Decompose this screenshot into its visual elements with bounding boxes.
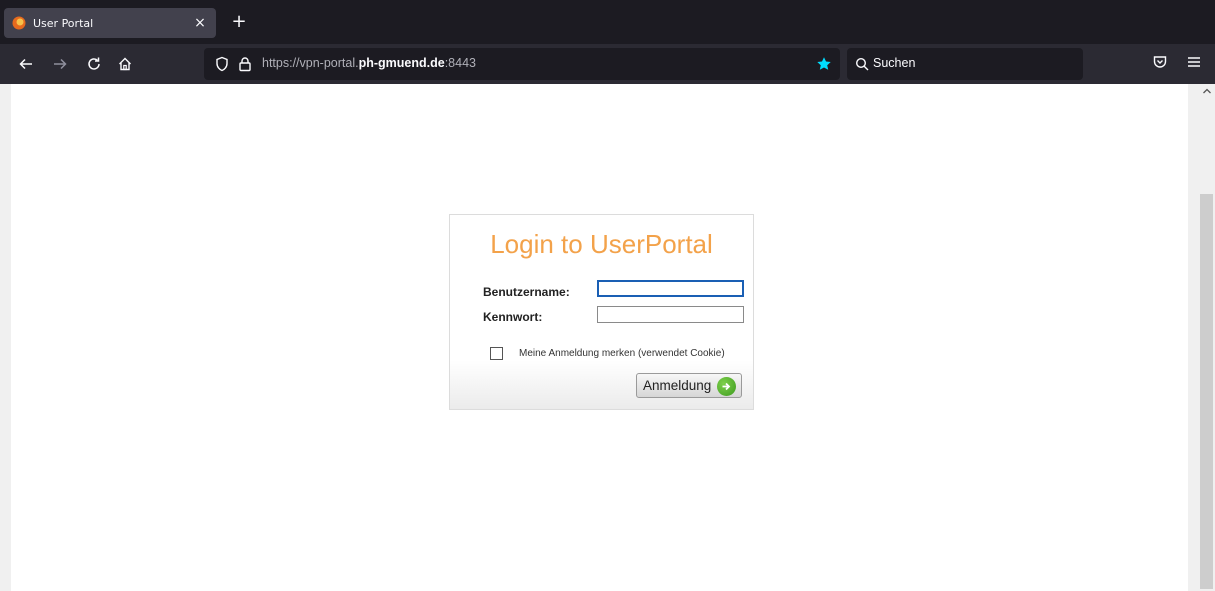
hamburger-menu-icon[interactable]	[1186, 54, 1202, 70]
search-placeholder: Suchen	[873, 56, 916, 70]
firefox-favicon-icon	[12, 16, 26, 30]
url-domain: ph-gmuend.de	[358, 56, 445, 70]
new-tab-button[interactable]: +	[229, 12, 249, 32]
password-label: Kennwort:	[483, 310, 543, 324]
url-prefix: https://vpn-portal.	[262, 56, 359, 70]
pocket-icon[interactable]	[1152, 54, 1168, 70]
back-button[interactable]	[14, 52, 38, 76]
forward-button[interactable]	[48, 52, 72, 76]
username-label: Benutzername:	[483, 285, 570, 299]
forward-arrow-icon	[54, 58, 67, 70]
tracking-protection-shield-icon[interactable]	[214, 56, 230, 72]
vertical-scrollbar[interactable]	[1198, 84, 1215, 591]
lock-icon[interactable]	[237, 56, 253, 72]
scroll-up-arrow-icon[interactable]	[1202, 86, 1212, 96]
username-input[interactable]	[597, 280, 744, 297]
login-title: Login to UserPortal	[490, 229, 713, 259]
arrow-right-circle-icon	[717, 377, 736, 396]
url-bar[interactable]: https://vpn-portal.ph-gmuend.de:8443	[204, 48, 840, 80]
navigation-bar: https://vpn-portal.ph-gmuend.de:8443 Suc…	[0, 44, 1215, 84]
remember-me-label[interactable]: Meine Anmeldung merken (verwendet Cookie…	[519, 348, 725, 359]
reload-button[interactable]	[82, 52, 106, 76]
remember-me-checkbox[interactable]	[490, 347, 503, 360]
scrollbar-thumb[interactable]	[1200, 194, 1213, 589]
tab-title: User Portal	[33, 16, 94, 30]
bookmark-star-icon[interactable]	[816, 56, 832, 72]
url-port: :8443	[444, 56, 476, 70]
login-panel: Login to UserPortal Benutzername: Kennwo…	[449, 214, 754, 410]
search-icon	[855, 57, 869, 71]
home-button[interactable]	[113, 52, 137, 76]
tab-close-icon[interactable]: ×	[192, 15, 208, 31]
url-text[interactable]: https://vpn-portal.ph-gmuend.de:8443	[262, 56, 476, 70]
reload-icon	[88, 57, 100, 70]
tab-bar: User Portal × +	[0, 0, 1215, 44]
search-bar[interactable]: Suchen	[847, 48, 1083, 80]
back-arrow-icon	[19, 58, 32, 70]
home-icon	[119, 57, 131, 71]
login-submit-button[interactable]: Anmeldung	[636, 373, 742, 398]
tab-user-portal[interactable]: User Portal ×	[4, 8, 216, 38]
password-input[interactable]	[597, 306, 744, 323]
login-submit-label: Anmeldung	[643, 378, 712, 393]
